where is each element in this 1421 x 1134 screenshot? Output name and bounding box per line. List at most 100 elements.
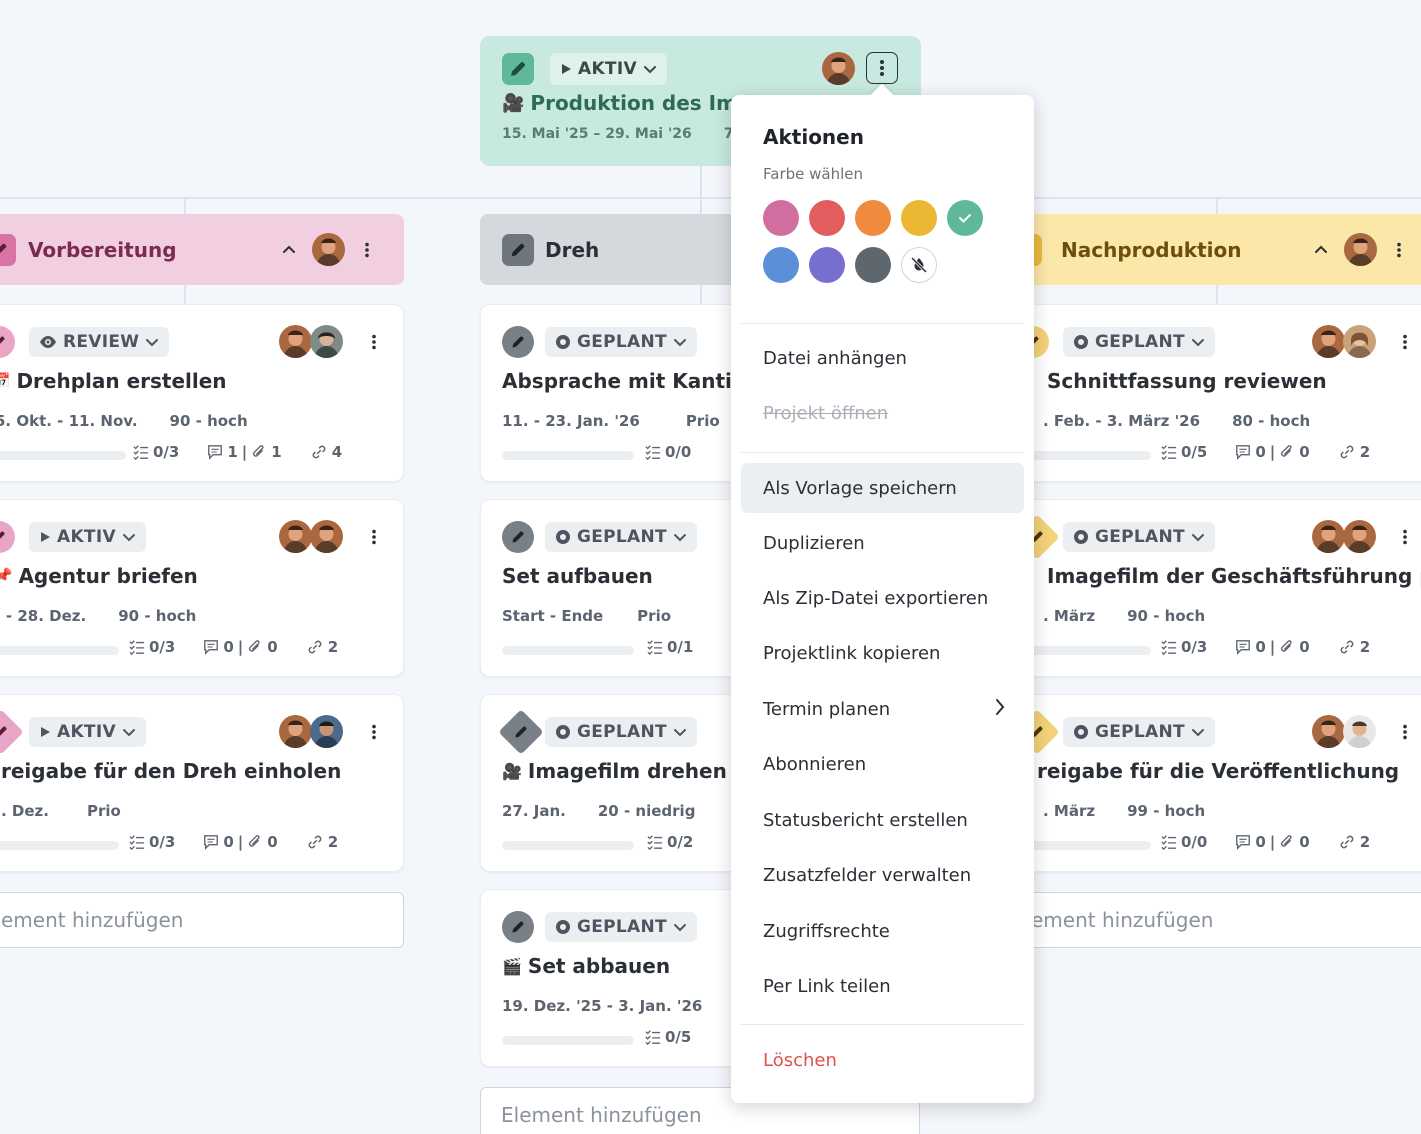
menu-item-delete[interactable]: Löschen (741, 1035, 1024, 1085)
chevron-down-icon (673, 530, 687, 544)
menu-item-status-report[interactable]: Statusbericht erstellen (741, 795, 1024, 845)
menu-item-custom-fields[interactable]: Zusatzfelder verwalten (741, 850, 1024, 900)
more-options-button[interactable] (866, 52, 898, 84)
pencil-icon[interactable] (498, 709, 544, 755)
status-label: GEPLANT (577, 917, 667, 937)
status-dropdown[interactable]: GEPLANT (1063, 327, 1215, 357)
column-header-dreh[interactable]: Dreh (480, 214, 740, 285)
card-title[interactable]: 📌 Agentur briefen (0, 564, 198, 588)
card-title[interactable]: Set aufbauen (502, 564, 653, 588)
avatar[interactable] (312, 233, 345, 266)
card-title[interactable]: 📅 Drehplan erstellen (0, 369, 227, 393)
color-swatch-orange[interactable] (855, 200, 891, 236)
kebab-menu-icon[interactable] (1402, 723, 1408, 741)
project-title[interactable]: 🎥 Produktion des Imagefilms (502, 91, 752, 115)
status-dropdown[interactable]: REVIEW (29, 327, 170, 357)
kebab-menu-icon[interactable] (371, 333, 377, 351)
link-icon (306, 638, 324, 656)
assignees[interactable] (1312, 520, 1376, 553)
color-swatch-blue[interactable] (763, 247, 799, 283)
status-dropdown[interactable]: AKTIV (29, 522, 146, 552)
avatar[interactable] (1344, 233, 1377, 266)
status-dropdown[interactable]: GEPLANT (545, 522, 697, 552)
pencil-icon[interactable] (502, 521, 534, 553)
kebab-menu-icon[interactable] (1402, 333, 1408, 351)
pencil-icon[interactable] (502, 233, 534, 266)
card-title[interactable]: Absprache mit Kantine (502, 369, 760, 393)
color-swatch-none[interactable] (901, 247, 937, 283)
pencil-icon[interactable] (502, 911, 534, 943)
assignees[interactable] (1312, 325, 1376, 358)
menu-item-subscribe[interactable]: Abonnieren (741, 739, 1024, 789)
card-title[interactable]: Imagefilm der Geschäftsführung p... (1047, 564, 1421, 588)
task-list-icon (645, 444, 661, 460)
task-card[interactable]: GEPLANT 🎬 Set abbauen 19. Dez. '25 - 3. … (480, 889, 757, 1067)
card-title[interactable]: 🎥 Imagefilm drehen (502, 759, 727, 783)
pencil-icon[interactable] (0, 233, 16, 266)
task-card[interactable]: AKTIV reigabe für den Dreh einholen . De… (0, 694, 404, 872)
menu-item-attach-file[interactable]: Datei anhängen (741, 333, 1024, 383)
status-dropdown[interactable]: GEPLANT (545, 327, 697, 357)
task-card[interactable]: GEPLANT reigabe für die Veröffentlichung… (1000, 694, 1421, 872)
comment-count: 0 (1255, 638, 1266, 656)
assignees[interactable] (279, 715, 343, 748)
task-card[interactable]: GEPLANT Schnittfassung reviewen . Feb. -… (1000, 304, 1421, 482)
status-dropdown[interactable]: GEPLANT (545, 912, 697, 942)
chevron-up-icon[interactable] (282, 243, 296, 257)
add-element-input[interactable]: ement hinzufügen (1000, 892, 1421, 948)
color-swatch-purple[interactable] (809, 247, 845, 283)
pencil-icon[interactable] (0, 521, 15, 553)
card-title[interactable]: reigabe für den Dreh einholen (1, 759, 341, 783)
task-card[interactable]: GEPLANT 🎥 Imagefilm drehen 27. Jan. 20 -… (480, 694, 740, 872)
add-element-input[interactable]: ement hinzufügen (0, 892, 404, 948)
task-card[interactable]: GEPLANT Absprache mit Kantine 11. - 23. … (480, 304, 760, 482)
chevron-down-icon (1191, 530, 1205, 544)
avatar[interactable] (822, 52, 855, 85)
card-dates: . Dez. (1, 802, 49, 820)
menu-item-copy-link[interactable]: Projektlink kopieren (741, 628, 1024, 678)
menu-item-export-zip[interactable]: Als Zip-Datei exportieren (741, 573, 1024, 623)
color-swatch-red[interactable] (809, 200, 845, 236)
kebab-menu-icon[interactable] (371, 528, 377, 546)
task-card[interactable]: AKTIV 📌 Agentur briefen . - 28. Dez. 90 … (0, 499, 404, 677)
assignees[interactable] (279, 325, 343, 358)
pencil-icon[interactable] (502, 326, 534, 358)
pencil-icon[interactable] (0, 326, 15, 358)
menu-item-duplicate[interactable]: Duplizieren (741, 518, 1024, 568)
menu-item-label: Duplizieren (763, 532, 865, 554)
assignees[interactable] (1312, 715, 1376, 748)
card-title[interactable]: reigabe für die Veröffentlichung (1037, 759, 1399, 783)
menu-item-share-link[interactable]: Per Link teilen (741, 961, 1024, 1011)
assignees[interactable] (279, 520, 343, 553)
menu-item-save-template[interactable]: Als Vorlage speichern (741, 463, 1024, 513)
menu-item-permissions[interactable]: Zugriffsrechte (741, 906, 1024, 956)
status-dropdown[interactable]: AKTIV (550, 53, 667, 85)
card-title[interactable]: Schnittfassung reviewen (1047, 369, 1327, 393)
chevron-down-icon (122, 725, 136, 739)
task-card[interactable]: GEPLANT Set aufbauen Start - Ende Prio 0… (480, 499, 740, 677)
column-header-vorbereitung[interactable]: Vorbereitung (0, 214, 404, 285)
kebab-menu-icon[interactable] (364, 241, 370, 259)
color-swatch-pink[interactable] (763, 200, 799, 236)
task-count: 0/3 (149, 638, 176, 656)
task-card[interactable]: GEPLANT Imagefilm der Geschäftsführung p… (1000, 499, 1421, 677)
card-title[interactable]: 🎬 Set abbauen (502, 954, 670, 978)
column-header-nachproduktion[interactable]: Nachproduktion (1000, 214, 1421, 285)
color-swatch-yellow[interactable] (901, 200, 937, 236)
card-title-text: Absprache mit Kantine (502, 369, 760, 393)
kebab-menu-icon[interactable] (1402, 528, 1408, 546)
card-meta: 11. - 23. Jan. '26 Prio (502, 412, 720, 430)
status-dropdown[interactable]: GEPLANT (1063, 717, 1215, 747)
color-swatch-gray[interactable] (855, 247, 891, 283)
status-dropdown[interactable]: AKTIV (29, 717, 146, 747)
color-swatch-green[interactable] (947, 200, 983, 236)
task-card[interactable]: REVIEW 📅 Drehplan erstellen 5. Okt. - 11… (0, 304, 404, 482)
menu-item-schedule[interactable]: Termin planen (741, 684, 1024, 734)
kebab-menu-icon[interactable] (1396, 241, 1402, 259)
status-dropdown[interactable]: GEPLANT (545, 717, 697, 747)
chevron-up-icon[interactable] (1314, 243, 1328, 257)
pencil-icon[interactable] (0, 709, 24, 755)
kebab-menu-icon[interactable] (371, 723, 377, 741)
status-dropdown[interactable]: GEPLANT (1063, 522, 1215, 552)
edit-button[interactable] (502, 53, 534, 85)
